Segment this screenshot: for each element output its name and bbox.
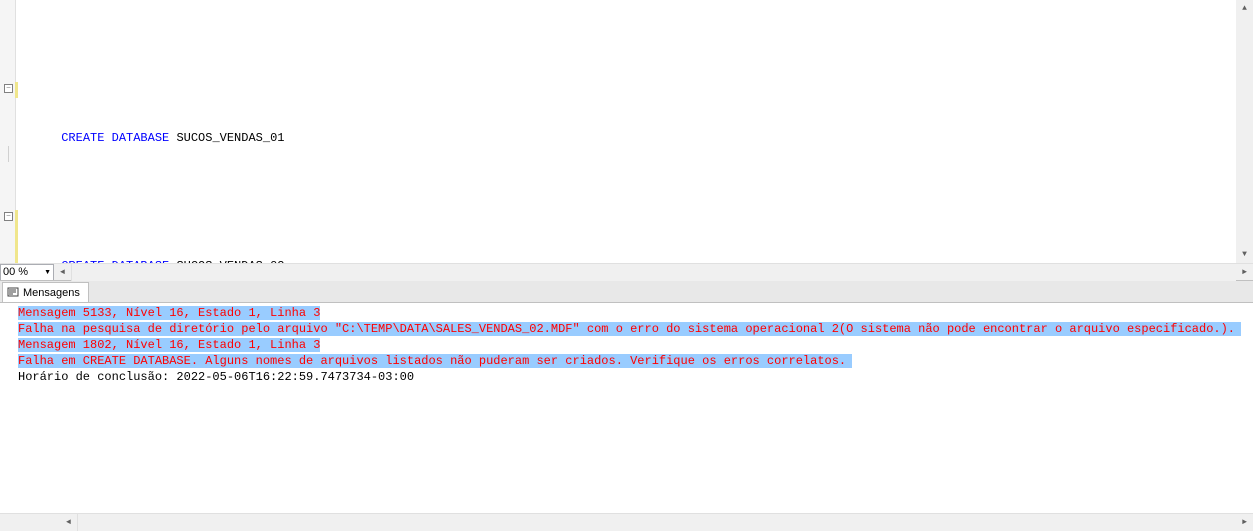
messages-pane[interactable]: Mensagem 5133, Nível 16, Estado 1, Linha… xyxy=(0,302,1253,513)
editor-bottom-bar: 00 % ▼ ◄ ► xyxy=(0,263,1253,280)
error-message: Falha em CREATE DATABASE. Alguns nomes d… xyxy=(18,354,852,368)
scroll-left-icon[interactable]: ◄ xyxy=(54,264,71,281)
zoom-placeholder xyxy=(0,514,60,531)
current-line-highlight xyxy=(16,66,1237,82)
keyword: CREATE DATABASE xyxy=(61,131,169,145)
tab-label: Mensagens xyxy=(23,287,80,299)
zoom-combo[interactable]: 00 % ▼ xyxy=(0,264,54,281)
error-message: Mensagem 5133, Nível 16, Estado 1, Linha… xyxy=(18,306,320,320)
tab-messages[interactable]: Mensagens xyxy=(2,282,89,302)
fold-toggle-icon[interactable]: − xyxy=(4,84,13,93)
scroll-right-icon[interactable]: ► xyxy=(1236,264,1253,281)
editor-gutter xyxy=(0,0,16,263)
messages-icon xyxy=(7,287,19,299)
identifier: SUCOS_VENDAS_01 xyxy=(169,131,284,145)
code-area[interactable]: − CREATE DATABASE SUCOS_VENDAS_01 − CREA… xyxy=(16,0,1253,263)
change-marker xyxy=(15,82,18,98)
scroll-right-icon[interactable]: ► xyxy=(1236,514,1253,531)
keyword: CREATE DATABASE xyxy=(61,259,169,263)
messages-bottom-bar: ◄ ► xyxy=(0,513,1253,530)
error-message: Mensagem 1802, Nível 16, Estado 1, Linha… xyxy=(18,338,320,352)
error-message: Falha na pesquisa de diretório pelo arqu… xyxy=(18,322,1241,336)
fold-guide xyxy=(8,146,9,162)
completion-time: Horário de conclusão: 2022-05-06T16:22:5… xyxy=(18,370,414,384)
chevron-down-icon: ▼ xyxy=(44,269,51,276)
results-tabs-bar: Mensagens xyxy=(0,280,1253,302)
identifier: SUCOS_VENDAS_02 xyxy=(169,259,284,263)
zoom-value: 00 % xyxy=(3,266,28,278)
scroll-left-icon[interactable]: ◄ xyxy=(60,514,77,531)
change-marker xyxy=(15,210,18,263)
messages-horizontal-scrollbar[interactable] xyxy=(77,514,1236,531)
editor-horizontal-scrollbar[interactable] xyxy=(71,264,1236,281)
sql-editor-pane[interactable]: ▲ ▼ − CREATE DATABASE SUCOS_VENDAS_01 − … xyxy=(0,0,1253,263)
fold-toggle-icon[interactable]: − xyxy=(4,212,13,221)
